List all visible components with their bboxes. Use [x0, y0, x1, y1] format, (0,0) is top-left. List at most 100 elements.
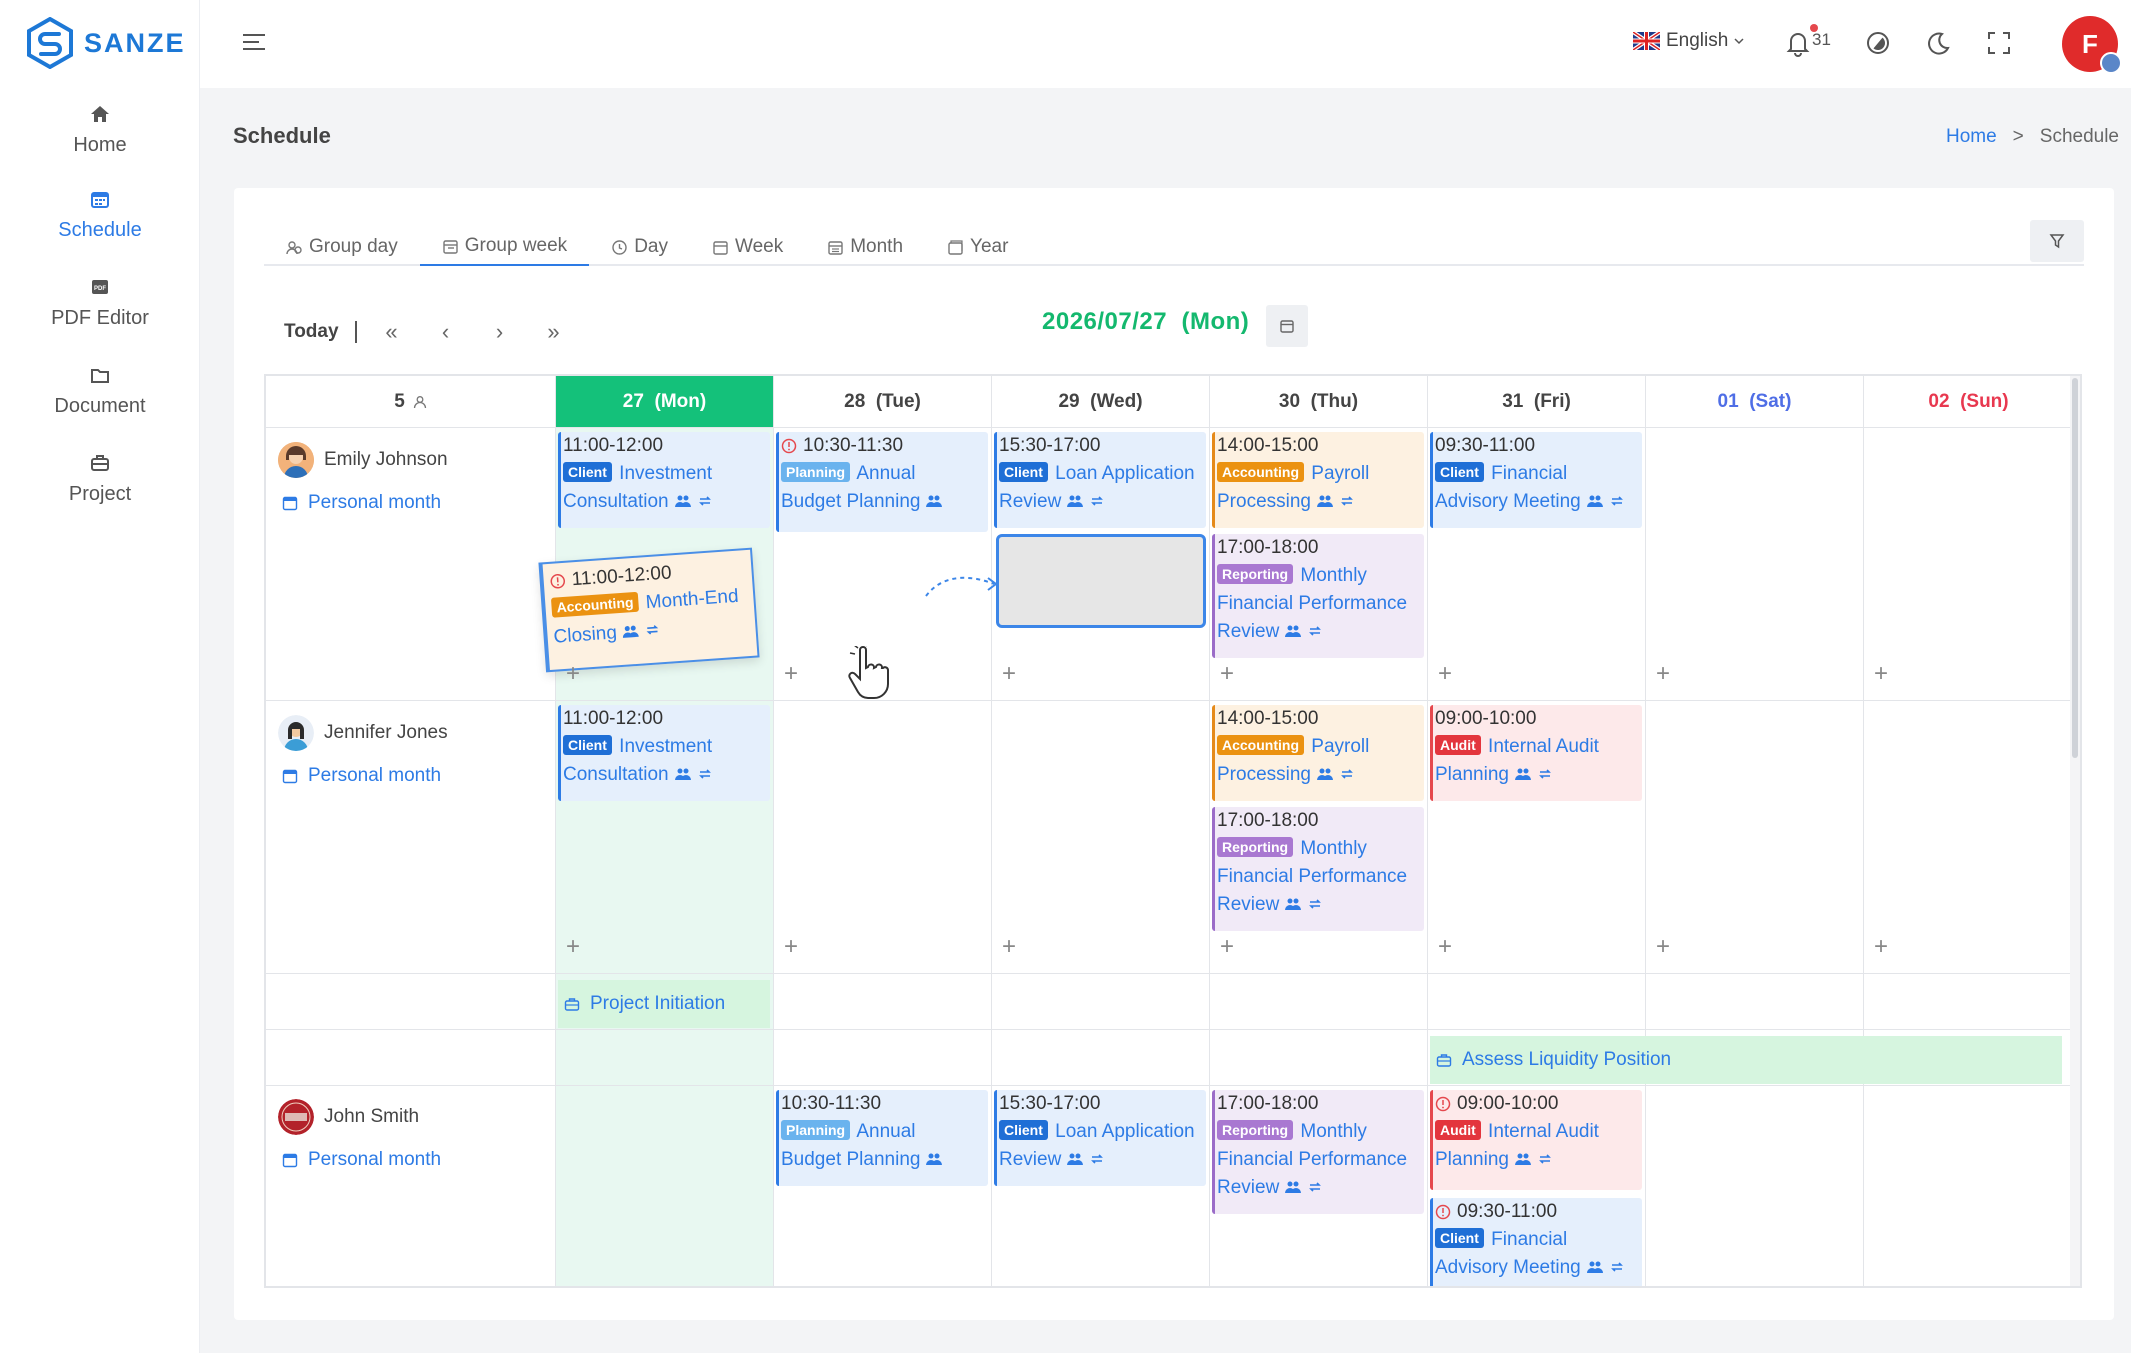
add-event-button[interactable]: + — [1438, 662, 1452, 686]
grid-cell[interactable] — [1210, 974, 1428, 1030]
grid-cell[interactable] — [556, 1086, 774, 1286]
event-title-cont: Budget Planning — [781, 491, 921, 512]
day-header-tue[interactable]: 28 (Tue) — [774, 376, 992, 428]
moon-icon[interactable] — [1923, 28, 1953, 58]
add-event-button[interactable]: + — [784, 662, 798, 686]
brand-logo[interactable]: SANZE — [26, 17, 186, 69]
add-event-button[interactable]: + — [1438, 935, 1452, 959]
grid-cell[interactable] — [1646, 1086, 1864, 1286]
grid-cell[interactable] — [1646, 428, 1864, 701]
add-event-button[interactable]: + — [566, 935, 580, 959]
language-selector[interactable]: English — [1633, 30, 1744, 52]
add-event-button[interactable]: + — [784, 935, 798, 959]
people-count: 5 — [394, 390, 405, 412]
tab-week[interactable]: Week — [690, 228, 805, 266]
add-event-button[interactable]: + — [1002, 935, 1016, 959]
grid-cell[interactable] — [556, 1030, 774, 1086]
day-header-wed[interactable]: 29 (Wed) — [992, 376, 1210, 428]
user-avatar[interactable]: F — [2062, 16, 2122, 74]
grid-cell[interactable] — [1864, 974, 2074, 1030]
grid-cell[interactable] — [774, 1030, 992, 1086]
sidebar-item-pdf-editor[interactable]: PDF PDF Editor — [0, 277, 200, 330]
first-page-button[interactable]: « — [365, 319, 419, 345]
grid-cell[interactable] — [774, 974, 992, 1030]
vertical-scrollbar[interactable] — [2070, 376, 2080, 1286]
today-button[interactable]: Today — [284, 321, 357, 343]
event-internal-audit-planning[interactable]: 09:00-10:00 Audit Internal Audit Plannin… — [1430, 705, 1642, 801]
event-loan-application-review[interactable]: 15:30-17:00 Client Loan Application Revi… — [994, 432, 1206, 528]
fullscreen-icon[interactable] — [1984, 28, 2014, 58]
event-tag: Reporting — [1217, 564, 1294, 584]
scrollbar-thumb[interactable] — [2072, 378, 2078, 758]
event-annual-budget-planning[interactable]: 10:30-11:30 Planning Annual Budget Plann… — [776, 1090, 988, 1186]
last-page-button[interactable]: » — [527, 319, 581, 345]
event-financial-advisory-meeting[interactable]: 09:30-11:00 Client Financial Advisory Me… — [1430, 432, 1642, 528]
event-title: Payroll — [1311, 736, 1370, 757]
grid-cell[interactable] — [1646, 701, 1864, 974]
event-monthly-financial-performance-review[interactable]: 17:00-18:00 Reporting Monthly Financial … — [1212, 1090, 1424, 1214]
event-internal-audit-planning[interactable]: 09:00-10:00 Audit Internal Audit Plannin… — [1430, 1090, 1642, 1190]
day-header-mon[interactable]: 27 (Mon) — [556, 376, 774, 428]
grid-cell[interactable] — [774, 701, 992, 974]
grid-cell[interactable] — [1646, 974, 1864, 1030]
add-event-button[interactable]: + — [566, 662, 580, 686]
add-event-button[interactable]: + — [1656, 935, 1670, 959]
project-bar-initiation[interactable]: Project Initiation — [558, 980, 770, 1028]
event-investment-consultation[interactable]: 11:00-12:00 Client Investment Consultati… — [558, 705, 770, 801]
dragging-event-month-end-closing[interactable]: 11:00-12:00 Accounting Month-End Closing — [538, 547, 760, 673]
event-annual-budget-planning[interactable]: 10:30-11:30 Planning Annual Budget Plann… — [776, 432, 988, 532]
tab-month[interactable]: Month — [805, 228, 925, 266]
sidebar-item-schedule[interactable]: Schedule — [0, 189, 200, 242]
tab-day[interactable]: Day — [589, 228, 690, 266]
add-event-button[interactable]: + — [1656, 662, 1670, 686]
menu-icon[interactable] — [242, 30, 266, 54]
event-loan-application-review[interactable]: 15:30-17:00 Client Loan Application Revi… — [994, 1090, 1206, 1186]
add-event-button[interactable]: + — [1002, 662, 1016, 686]
bell-icon[interactable] — [1783, 28, 1813, 58]
add-event-button[interactable]: + — [1874, 935, 1888, 959]
grid-cell[interactable] — [1864, 701, 2074, 974]
grid-cell[interactable] — [1210, 1030, 1428, 1086]
repeat-icon — [698, 496, 711, 506]
event-financial-advisory-meeting[interactable]: 09:30-11:00 Client Financial Advisory Me… — [1430, 1198, 1642, 1286]
day-header-sat[interactable]: 01 (Sat) — [1646, 376, 1864, 428]
tab-year[interactable]: Year — [925, 228, 1030, 266]
date-picker-button[interactable] — [1266, 305, 1308, 347]
people-icon — [623, 625, 640, 638]
drop-target-slot[interactable] — [996, 534, 1206, 628]
grid-cell[interactable] — [1864, 1086, 2074, 1286]
event-monthly-financial-performance-review[interactable]: 17:00-18:00 Reporting Monthly Financial … — [1212, 807, 1424, 931]
sidebar-item-document[interactable]: Document — [0, 365, 200, 418]
add-event-button[interactable]: + — [1220, 935, 1234, 959]
sidebar-item-home[interactable]: Home — [0, 104, 200, 157]
add-event-button[interactable]: + — [1220, 662, 1234, 686]
prev-button[interactable]: ‹ — [419, 319, 473, 345]
breadcrumb-home[interactable]: Home — [1946, 126, 1997, 148]
add-event-button[interactable]: + — [1874, 662, 1888, 686]
tab-label: Group week — [464, 235, 568, 256]
theme-contrast-icon[interactable] — [1863, 28, 1893, 58]
day-header-thu[interactable]: 30 (Thu) — [1210, 376, 1428, 428]
event-monthly-financial-performance-review[interactable]: 17:00-18:00 Reporting Monthly Financial … — [1212, 534, 1424, 658]
grid-cell[interactable] — [992, 701, 1210, 974]
day-header-sun[interactable]: 02 (Sun) — [1864, 376, 2074, 428]
personal-month-link[interactable]: Personal month — [278, 492, 448, 514]
tab-group-day[interactable]: Group day — [264, 228, 420, 266]
project-bar-assess-liquidity[interactable]: Assess Liquidity Position — [1430, 1036, 2062, 1084]
event-payroll-processing[interactable]: 14:00-15:00 Accounting Payroll Processin… — [1212, 432, 1424, 528]
event-investment-consultation[interactable]: 11:00-12:00 Client Investment Consultati… — [558, 432, 770, 528]
grid-cell[interactable] — [1428, 974, 1646, 1030]
sidebar-item-project[interactable]: Project — [0, 453, 200, 506]
grid-cell[interactable] — [1864, 428, 2074, 701]
event-payroll-processing[interactable]: 14:00-15:00 Accounting Payroll Processin… — [1212, 705, 1424, 801]
filter-button[interactable] — [2030, 220, 2084, 262]
event-title: Investment — [619, 463, 713, 484]
personal-month-link[interactable]: Personal month — [278, 765, 448, 787]
personal-month-link[interactable]: Personal month — [278, 1149, 441, 1171]
tab-group-week[interactable]: Group week — [419, 228, 590, 266]
next-button[interactable]: › — [473, 319, 527, 345]
grid-cell[interactable] — [992, 974, 1210, 1030]
repeat-icon — [646, 625, 659, 635]
grid-cell[interactable] — [992, 1030, 1210, 1086]
day-header-fri[interactable]: 31 (Fri) — [1428, 376, 1646, 428]
